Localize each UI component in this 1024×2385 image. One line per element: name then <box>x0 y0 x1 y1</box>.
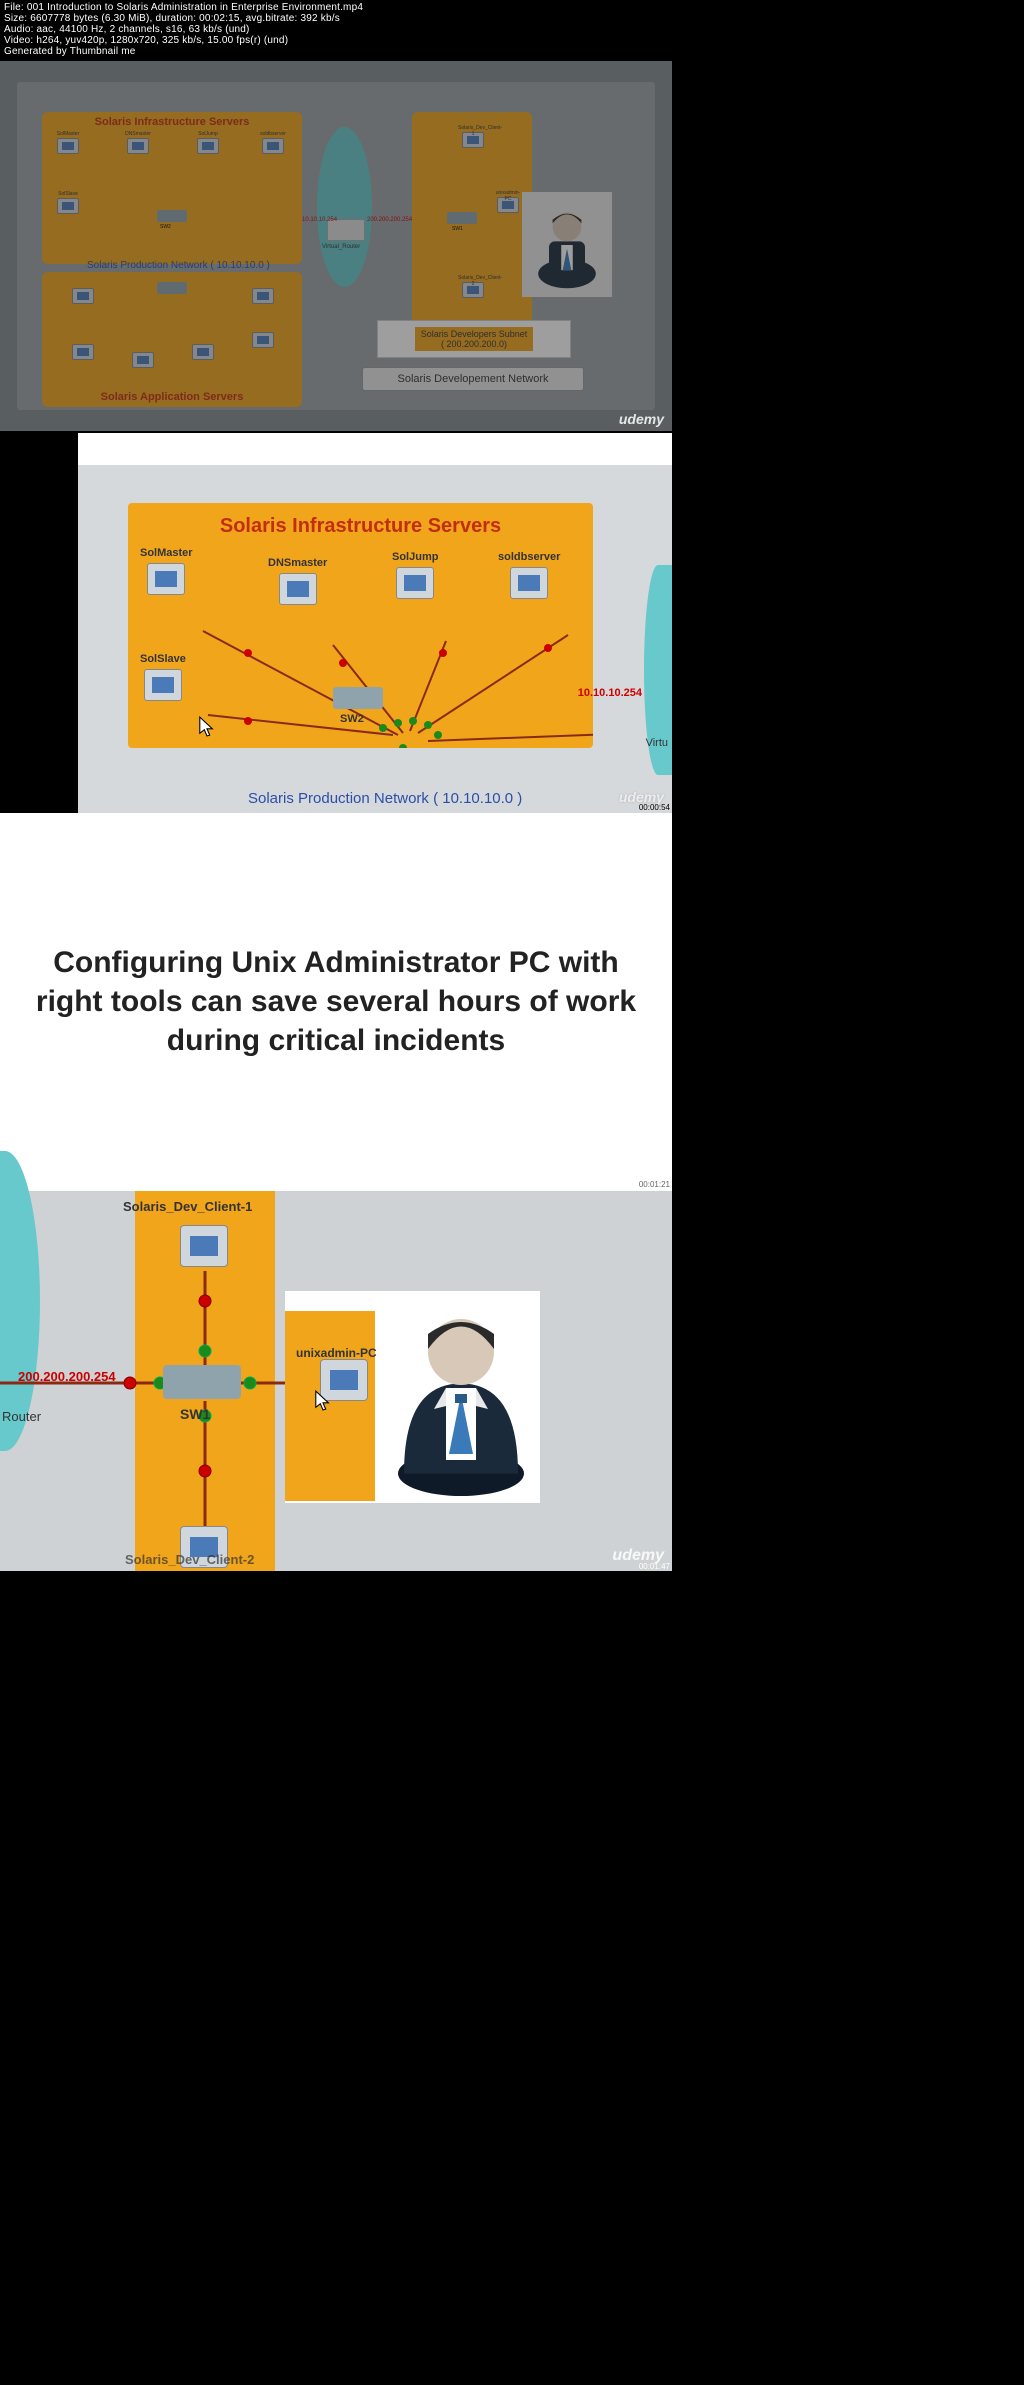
switch-label: SW2 <box>340 713 364 725</box>
thumbnail-3: Configuring Unix Administrator PC with r… <box>0 813 672 1191</box>
audio-line: Audio: aac, 44100 Hz, 2 channels, s16, 6… <box>4 24 668 35</box>
net-label: Solaris Production Network ( 10.10.10.0 … <box>248 790 522 807</box>
gen-line: Generated by Thumbnail me <box>4 46 668 57</box>
slide-text: Configuring Unix Administrator PC with r… <box>18 943 654 1060</box>
switch-icon <box>163 1365 241 1399</box>
infra-box: Solaris Infrastructure Servers <box>128 503 593 748</box>
file-info-header: File: 001 Introduction to Solaris Admini… <box>0 0 672 59</box>
server-dnsmaster: DNSmaster <box>268 557 327 605</box>
client1-icon <box>180 1225 228 1267</box>
switch-icon <box>333 687 383 709</box>
client1-label: Solaris_Dev_Client-1 <box>123 1199 252 1214</box>
virtual-label: Virtu <box>646 737 668 749</box>
thumbnail-2: Solaris Infrastructure Servers SolMaster… <box>0 433 672 813</box>
timestamp: 00:00:54 <box>639 803 670 812</box>
udemy-watermark: udemy <box>619 411 664 427</box>
timestamp: 00:01:47 <box>639 1562 670 1571</box>
server-soldb: soldbserver <box>498 551 560 599</box>
thumbnail-4: Solaris_Dev_Client-1 SW1 Solaris_Dev_Cli… <box>0 1191 672 1571</box>
slide-bg: Solaris Infrastructure Servers SolMaster… <box>78 465 672 813</box>
ip-label: 200.200.200.254 <box>18 1369 116 1384</box>
switch-label: SW1 <box>180 1406 210 1422</box>
thumbnail-1: Solaris Infrastructure Servers SolMaster… <box>0 59 672 433</box>
ip-label: 10.10.10.254 <box>578 687 642 699</box>
server-soljump: SolJump <box>392 551 438 599</box>
cursor-icon <box>314 1389 332 1418</box>
client2-label: Solaris_Dev_Client-2 <box>125 1552 254 1567</box>
video-line: Video: h264, yuv420p, 1280x720, 325 kb/s… <box>4 35 668 46</box>
admin-label: unixadmin-PC <box>296 1346 377 1360</box>
user-avatar-icon <box>386 1301 536 1496</box>
server-solmaster: SolMaster <box>140 547 193 595</box>
size-line: Size: 6607778 bytes (6.30 MiB), duration… <box>4 13 668 24</box>
router-label: Router <box>2 1409 41 1424</box>
file-line: File: 001 Introduction to Solaris Admini… <box>4 2 668 13</box>
cursor-icon <box>198 715 216 744</box>
timestamp: 00:01:21 <box>639 1180 670 1189</box>
server-solslave: SolSlave <box>140 653 186 701</box>
